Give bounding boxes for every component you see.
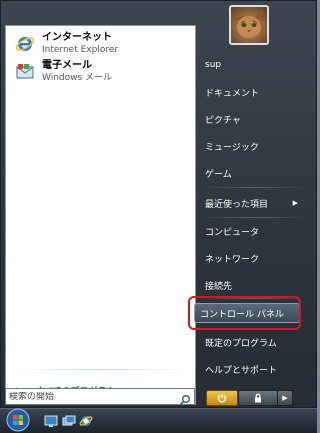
- right-item-label: ドキュメント: [205, 88, 260, 99]
- right-item-music[interactable]: ミュージック: [200, 136, 310, 156]
- pinned-item-mail[interactable]: 電子メール Windows メール: [8, 58, 193, 86]
- right-item-label: コンピュータ: [205, 227, 260, 238]
- right-item-label: ピクチャ: [205, 115, 241, 126]
- search-input[interactable]: [6, 391, 172, 402]
- right-item-user[interactable]: sup: [200, 55, 310, 75]
- right-item-label: 最近使った項目: [205, 199, 269, 210]
- internet-explorer-icon: [14, 33, 36, 55]
- windows-logo-icon: [6, 408, 30, 432]
- right-item-network[interactable]: ネットワーク: [200, 248, 310, 268]
- left-pane: インターネット Internet Explorer 電子メール Windows …: [5, 25, 196, 405]
- left-separator: [12, 369, 189, 370]
- pinned-subtitle: Internet Explorer: [42, 45, 119, 55]
- right-separator: [201, 217, 306, 218]
- right-item-label: ネットワーク: [205, 254, 260, 265]
- pinned-title: 電子メール: [42, 60, 92, 71]
- right-item-connect-to[interactable]: 接続先: [200, 275, 310, 295]
- right-item-pictures[interactable]: ピクチャ: [200, 109, 310, 129]
- chevron-right-icon: ▶: [282, 394, 288, 402]
- avatar[interactable]: [229, 5, 269, 45]
- right-item-help[interactable]: ヘルプとサポート: [200, 359, 310, 379]
- pinned-title: インターネット: [42, 32, 112, 43]
- start-button[interactable]: [3, 408, 33, 432]
- right-item-games[interactable]: ゲーム: [200, 163, 310, 183]
- right-item-label: sup: [205, 60, 222, 70]
- power-icon: [217, 393, 227, 403]
- highlight-ring: [188, 296, 301, 330]
- internet-explorer-icon[interactable]: [79, 413, 93, 427]
- pinned-subtitle: Windows メール: [42, 73, 113, 83]
- switch-windows-icon[interactable]: [62, 413, 76, 427]
- right-item-label: ゲーム: [205, 169, 232, 180]
- cat-photo-avatar: [235, 11, 263, 38]
- shutdown-options-button[interactable]: ▶: [277, 390, 293, 406]
- lock-button[interactable]: [238, 390, 278, 406]
- pinned-item-internet[interactable]: インターネット Internet Explorer: [8, 30, 193, 58]
- right-item-default-programs[interactable]: 既定のプログラム: [200, 332, 310, 352]
- right-item-label: 既定のプログラム: [205, 338, 277, 349]
- search-box[interactable]: [5, 388, 195, 406]
- power-button[interactable]: [206, 390, 238, 406]
- right-item-computer[interactable]: コンピュータ: [200, 221, 310, 241]
- search-icon[interactable]: [179, 391, 191, 406]
- right-item-documents[interactable]: ドキュメント: [200, 82, 310, 102]
- right-item-label: ミュージック: [205, 142, 259, 153]
- chevron-right-icon: ▶: [292, 199, 298, 207]
- lock-icon: [255, 393, 261, 403]
- start-menu: インターネット Internet Explorer 電子メール Windows …: [0, 0, 317, 408]
- right-item-label: ヘルプとサポート: [205, 365, 278, 376]
- mail-icon: [14, 61, 36, 83]
- show-desktop-icon[interactable]: [44, 413, 58, 427]
- right-item-label: 接続先: [205, 281, 233, 292]
- right-item-recent[interactable]: 最近使った項目 ▶: [200, 193, 310, 213]
- right-separator: [201, 187, 306, 188]
